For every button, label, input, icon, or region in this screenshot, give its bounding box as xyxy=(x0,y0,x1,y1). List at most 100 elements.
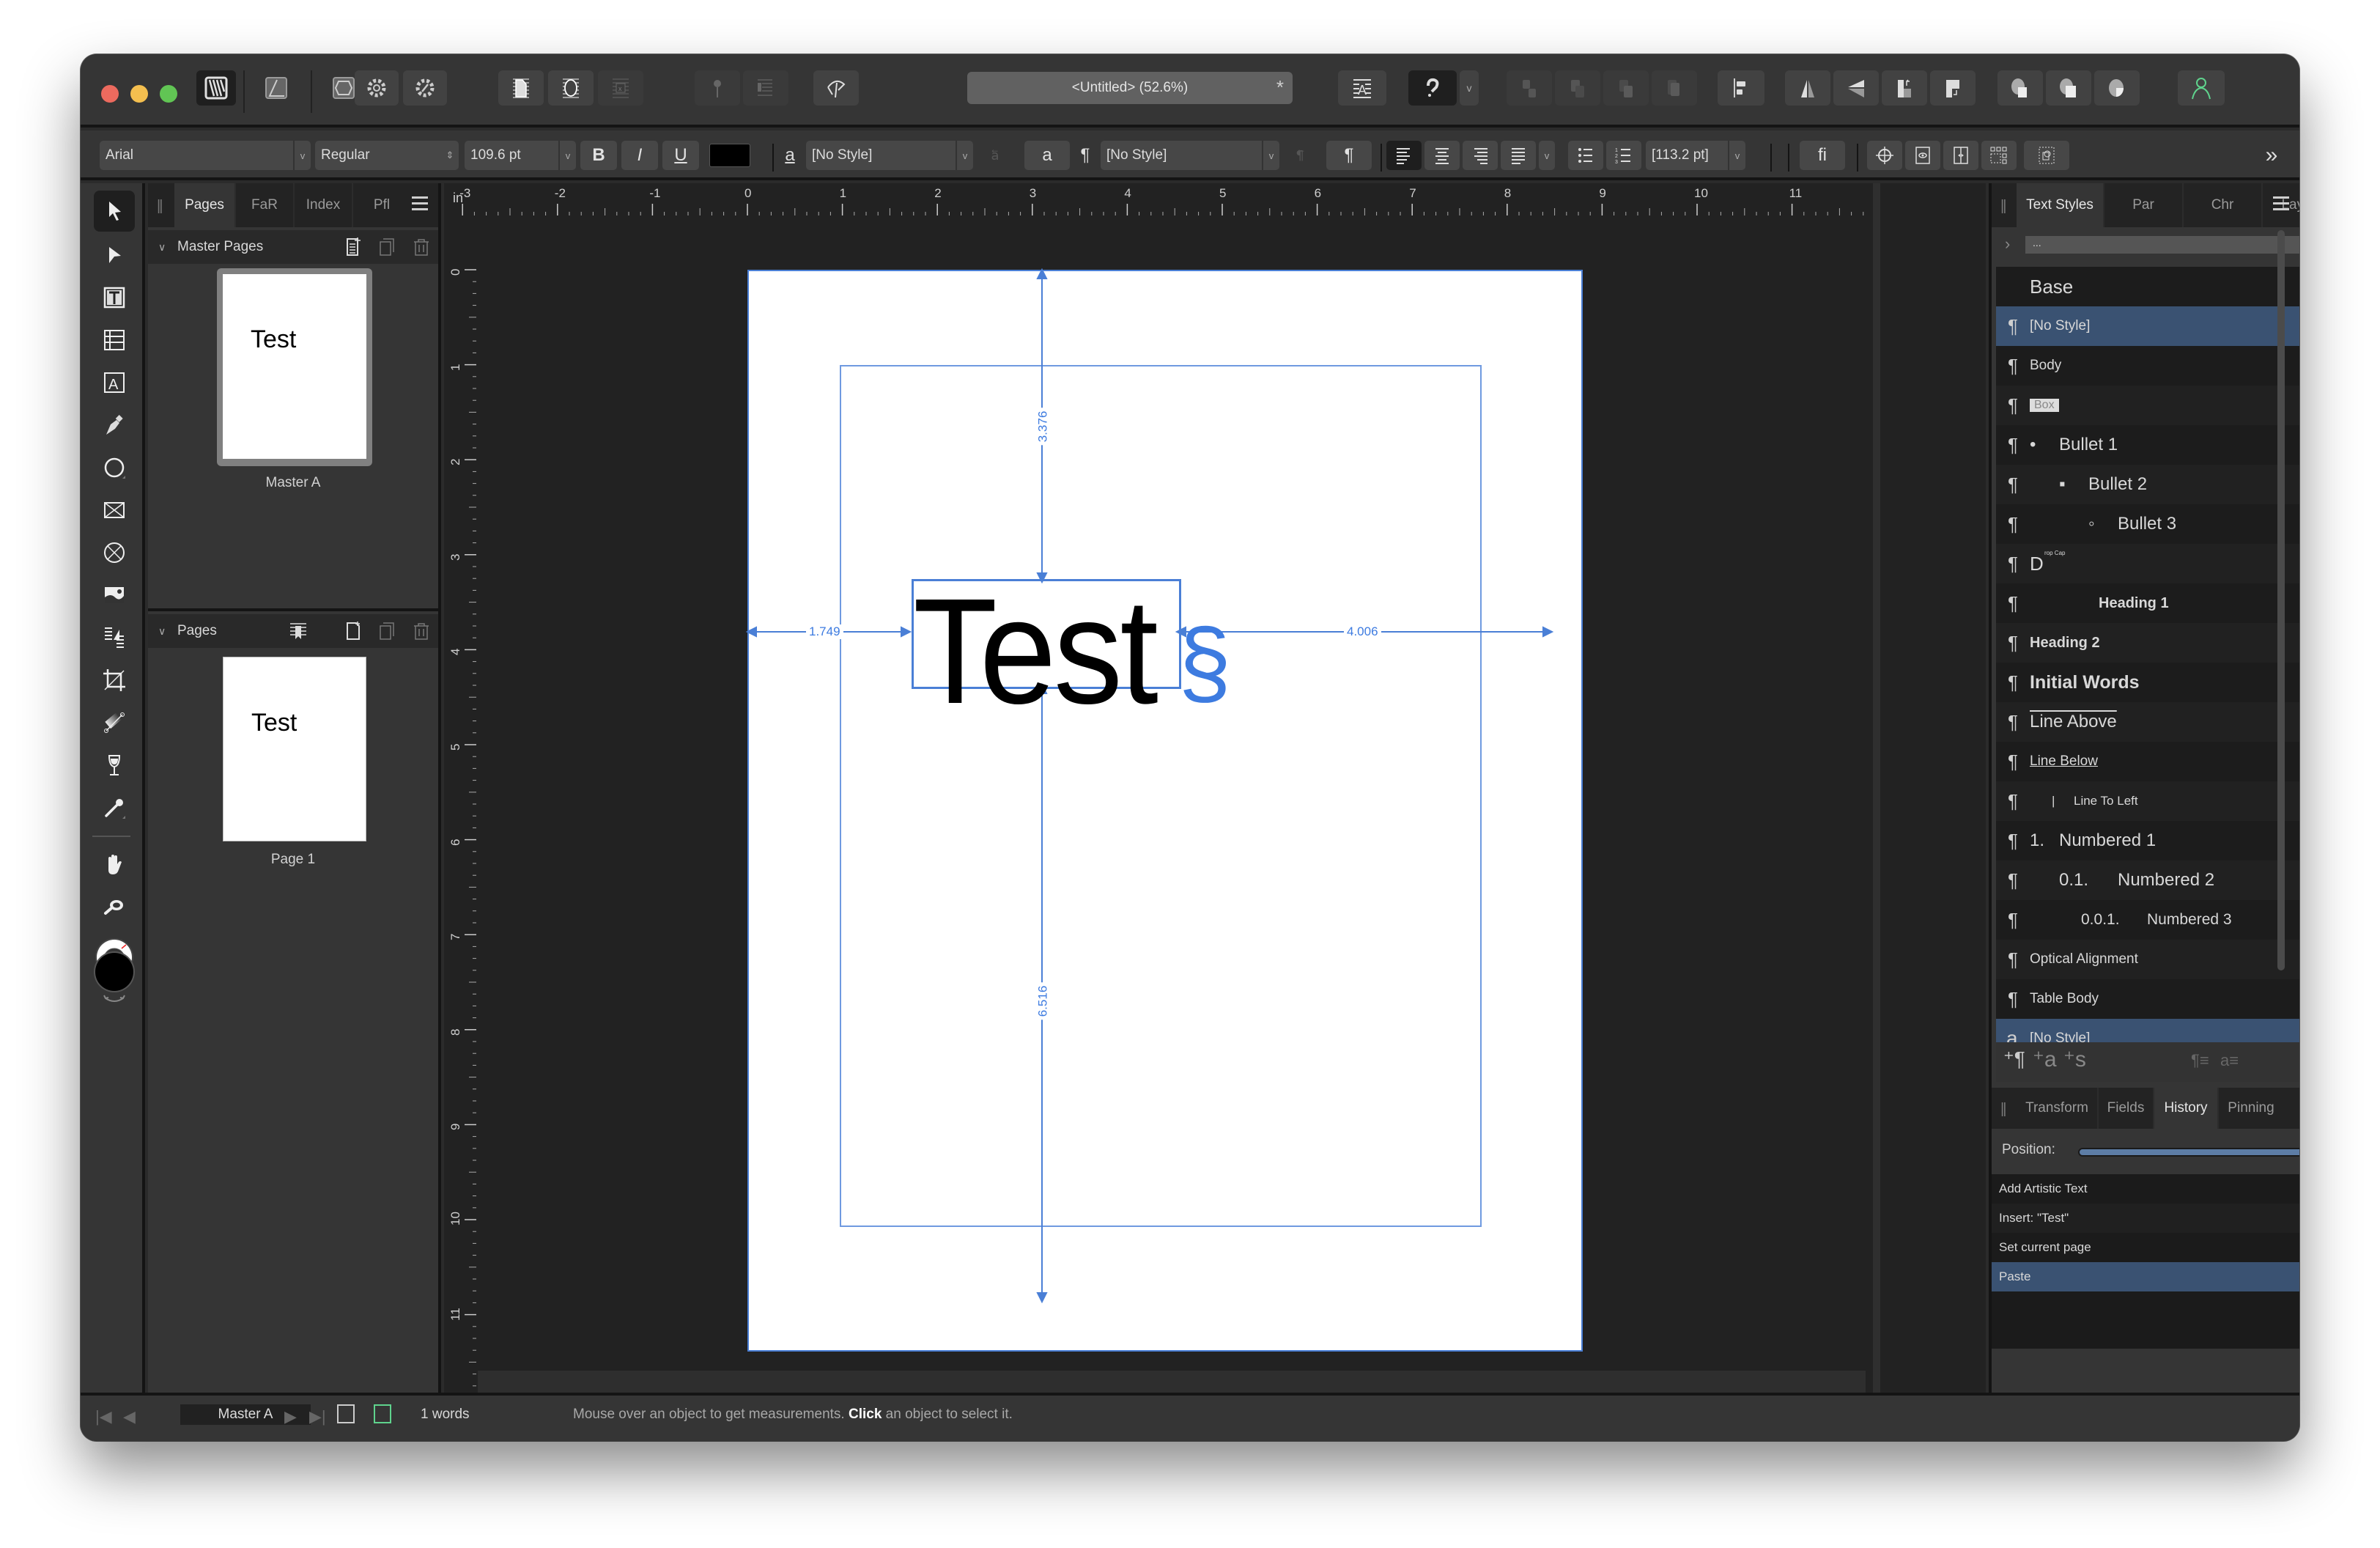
frame-layout-button[interactable] xyxy=(1981,141,2017,170)
tab-text-styles[interactable]: Text Styles xyxy=(2017,183,2104,227)
intersect-boolean-button[interactable] xyxy=(2094,70,2140,106)
horizontal-scrollbar[interactable] xyxy=(478,1371,1866,1393)
transparency-tool[interactable] xyxy=(94,745,135,786)
style-item[interactable]: ¶ Drop Cap xyxy=(1996,544,2299,583)
align-right-text-button[interactable] xyxy=(1463,141,1498,170)
fill-stroke-selector[interactable] xyxy=(91,935,138,1009)
tab-far[interactable]: FaR xyxy=(236,183,295,227)
tab-fields[interactable]: Fields xyxy=(2099,1088,2154,1129)
snapping-button[interactable] xyxy=(1408,70,1457,106)
move-forward-one-button[interactable] xyxy=(1603,70,1649,106)
more-toolbar-button[interactable]: » xyxy=(2257,141,2286,170)
style-item[interactable]: ¶ | Line To Left xyxy=(1996,781,2299,821)
rectangle-frame-tool[interactable] xyxy=(94,490,135,531)
style-item[interactable]: ¶ Box xyxy=(1996,386,2299,425)
last-page-button[interactable]: ▶| xyxy=(309,1407,326,1426)
story-icon[interactable] xyxy=(374,1404,391,1423)
tab-pages[interactable]: Pages xyxy=(174,183,236,227)
text-wrap-frame-button[interactable] xyxy=(2024,141,2069,170)
revert-char-style-button[interactable]: a⃖ xyxy=(982,141,1008,170)
style-item[interactable]: ¶ Heading 1 xyxy=(1996,583,2299,623)
view-tool[interactable] xyxy=(94,844,135,885)
leading-field[interactable]: [113.2 pt] v xyxy=(1646,141,1745,170)
style-item[interactable]: ¶ • Bullet 1 xyxy=(1996,425,2299,465)
preferences-button[interactable] xyxy=(403,70,447,106)
publisher-persona-button[interactable] xyxy=(196,70,236,106)
history-item[interactable]: Set current page xyxy=(1992,1233,2299,1262)
tab-history[interactable]: History xyxy=(2154,1088,2219,1129)
paragraph-style-select[interactable]: [No Style] v xyxy=(1101,141,1279,170)
zoom-tool[interactable] xyxy=(94,887,135,928)
tab-pinning[interactable]: Pinning xyxy=(2219,1088,2283,1129)
style-item[interactable]: ¶ 1. Numbered 1 xyxy=(1996,821,2299,860)
style-item[interactable]: ¶ ▪ Bullet 2 xyxy=(1996,465,2299,504)
style-search-input[interactable]: ... xyxy=(2025,236,2299,254)
tab-preflight[interactable]: Pfl xyxy=(353,183,410,227)
duplicate-page-icon[interactable] xyxy=(377,620,399,642)
chevron-right-icon[interactable]: › xyxy=(2005,235,2010,254)
panel-menu-icon[interactable] xyxy=(2273,196,2289,211)
style-item[interactable]: ¶ 0.1. Numbered 2 xyxy=(1996,860,2299,900)
text-wrap-settings-button[interactable] xyxy=(743,70,788,106)
ligatures-button[interactable]: fi xyxy=(1800,141,1845,170)
preflight-button[interactable] xyxy=(813,70,859,106)
paragraph-panel-button[interactable]: ¶ xyxy=(1326,141,1372,170)
master-pages-header[interactable]: ∨ Master Pages xyxy=(148,230,438,264)
text-flow-icon[interactable] xyxy=(337,1404,355,1423)
minimize-window-button[interactable] xyxy=(130,85,148,103)
tab-transform[interactable]: Transform xyxy=(2017,1088,2099,1129)
artistic-text[interactable]: Test xyxy=(913,576,1158,726)
document-title[interactable]: <Untitled> (52.6%) * xyxy=(967,72,1293,104)
node-tool[interactable] xyxy=(94,235,135,276)
font-family-select[interactable]: Arial v xyxy=(100,141,311,170)
section-manager-icon[interactable] xyxy=(287,620,309,642)
bold-button[interactable]: B xyxy=(580,141,617,170)
font-style-select[interactable]: Regular ⇕ xyxy=(315,141,459,170)
pen-tool[interactable] xyxy=(94,405,135,446)
history-position-slider[interactable] xyxy=(2078,1148,2299,1157)
panel-grip-icon[interactable]: || xyxy=(157,198,163,215)
justify-text-button[interactable] xyxy=(1501,141,1536,170)
first-page-button[interactable]: |◀ xyxy=(95,1407,112,1426)
crop-tool[interactable] xyxy=(94,660,135,701)
style-item[interactable]: ¶ [No Style] xyxy=(1996,306,2299,346)
bullet-list-button[interactable] xyxy=(1568,141,1603,170)
table-of-contents-tool[interactable] xyxy=(94,617,135,658)
document-setup-button[interactable] xyxy=(355,70,399,106)
add-group-style-button[interactable]: ⁺s xyxy=(2063,1047,2086,1072)
designer-persona-button[interactable] xyxy=(256,70,296,106)
horizontal-ruler[interactable]: in -3 -2 -1 0 1 2 3 4 5 6 7 8 9 10 11 xyxy=(444,183,1866,215)
history-item[interactable]: Insert: "Test" xyxy=(1992,1204,2299,1233)
align-button[interactable] xyxy=(1718,70,1764,106)
character-style-select[interactable]: [No Style] v xyxy=(806,141,973,170)
color-picker-tool[interactable] xyxy=(94,787,135,828)
subtract-boolean-button[interactable] xyxy=(2046,70,2091,106)
ellipse-tool[interactable] xyxy=(94,447,135,488)
revert-para-style-button[interactable]: ¶⃖ xyxy=(1287,141,1313,170)
flip-horizontal-button[interactable] xyxy=(1785,70,1830,106)
style-item[interactable]: a [No Style] xyxy=(1996,1019,2299,1042)
pages-header[interactable]: ∨ Pages xyxy=(148,614,438,648)
history-item[interactable]: Add Artistic Text xyxy=(1992,1174,2299,1204)
move-back-one-button[interactable] xyxy=(1507,70,1552,106)
close-window-button[interactable] xyxy=(101,85,119,103)
snapping-dropdown[interactable]: v xyxy=(1460,70,1479,106)
master-page-thumbnail[interactable]: Test xyxy=(217,268,372,466)
wrap-text-button[interactable] xyxy=(548,70,594,106)
tab-character[interactable]: Chr xyxy=(2184,183,2263,227)
text-frame-button[interactable] xyxy=(498,70,544,106)
align-center-text-button[interactable] xyxy=(1424,141,1460,170)
view-frame-button[interactable] xyxy=(1905,141,1940,170)
add-character-style-button[interactable]: ⁺a xyxy=(2033,1047,2057,1072)
add-paragraph-style-button[interactable]: ⁺¶ xyxy=(2003,1047,2025,1071)
pin-button[interactable] xyxy=(695,70,740,106)
styles-scrollbar[interactable] xyxy=(2277,230,2285,970)
move-to-front-button[interactable] xyxy=(1652,70,1697,106)
numbered-list-button[interactable]: 123 xyxy=(1606,141,1641,170)
artistic-text-tool[interactable]: A xyxy=(94,362,135,403)
move-tool[interactable] xyxy=(94,191,135,232)
vertical-ruler[interactable]: 0 1 2 3 4 5 6 7 8 9 10 11 xyxy=(444,215,476,1393)
style-item[interactable]: ¶ Body xyxy=(1996,346,2299,386)
column-guides-button[interactable] xyxy=(1943,141,1978,170)
tab-paragraph[interactable]: Par xyxy=(2104,183,2184,227)
